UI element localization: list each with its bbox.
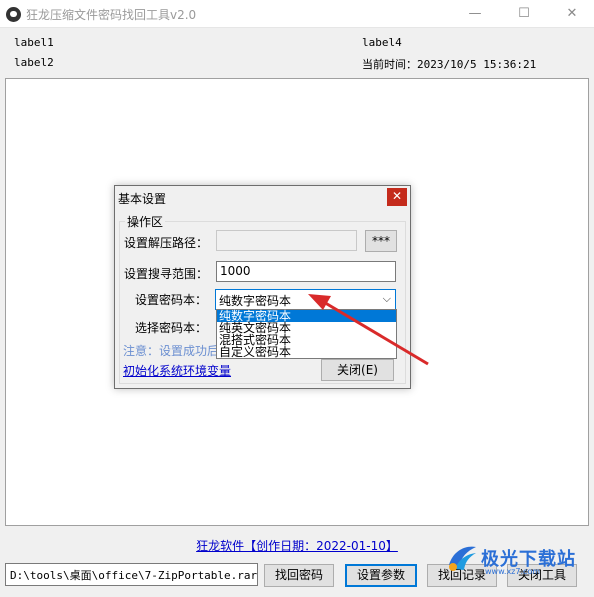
current-time: 当前时间：2023/10/5 15:36:21 [362, 58, 537, 71]
dictionary-dropdown-list: 纯数字密码本 纯英文密码本 混搭式密码本 自定义密码本 [216, 309, 397, 359]
recover-password-button[interactable]: 找回密码 [264, 564, 334, 587]
watermark-sub: www.xz7.com [485, 567, 541, 576]
settings-button[interactable]: 设置参数 [345, 564, 417, 587]
chevron-down-icon: ⌵ [382, 292, 391, 305]
dialog-title: 基本设置 [118, 192, 167, 206]
window-title: 狂龙压缩文件密码找回工具v2.0 [26, 8, 197, 22]
dictionary-option[interactable]: 自定义密码本 [217, 346, 396, 358]
minimize-button[interactable]: — [455, 2, 495, 26]
note-text: 注意：设置成功后 [123, 344, 220, 358]
search-range-input[interactable]: 1000 [216, 261, 396, 282]
select-dictionary-label: 选择密码本： [135, 321, 208, 335]
dialog-close-button[interactable]: ✕ [387, 188, 407, 206]
label1: label1 [14, 36, 54, 49]
extract-path-label: 设置解压路径： [124, 236, 209, 250]
watermark-logo-icon [449, 546, 476, 571]
label4: label4 [362, 36, 402, 49]
app-icon [6, 7, 21, 22]
close-window-button[interactable]: ✕ [552, 2, 592, 26]
dialog-close-action-button[interactable]: 关闭(E) [321, 359, 394, 381]
file-path-input[interactable]: D:\tools\桌面\office\7-ZipPortable.rar [5, 563, 258, 586]
dictionary-selected: 纯数字密码本 [219, 294, 292, 308]
settings-dialog: 基本设置 ✕ 操作区 设置解压路径： *** 设置搜寻范围： 1000 设置密码… [114, 185, 411, 389]
label2: label2 [14, 56, 54, 69]
init-env-link[interactable]: 初始化系统环境变量 [123, 362, 231, 379]
dictionary-label: 设置密码本： [135, 293, 208, 307]
group-title: 操作区 [125, 213, 166, 230]
maximize-button[interactable]: ☐ [504, 2, 544, 26]
extract-path-input[interactable] [216, 230, 357, 251]
title-bar: 狂龙压缩文件密码找回工具v2.0 — ☐ ✕ [0, 0, 594, 28]
search-range-label: 设置搜寻范围： [124, 267, 209, 281]
dictionary-select[interactable]: 纯数字密码本 ⌵ [215, 289, 396, 310]
browse-button[interactable]: *** [365, 230, 397, 252]
